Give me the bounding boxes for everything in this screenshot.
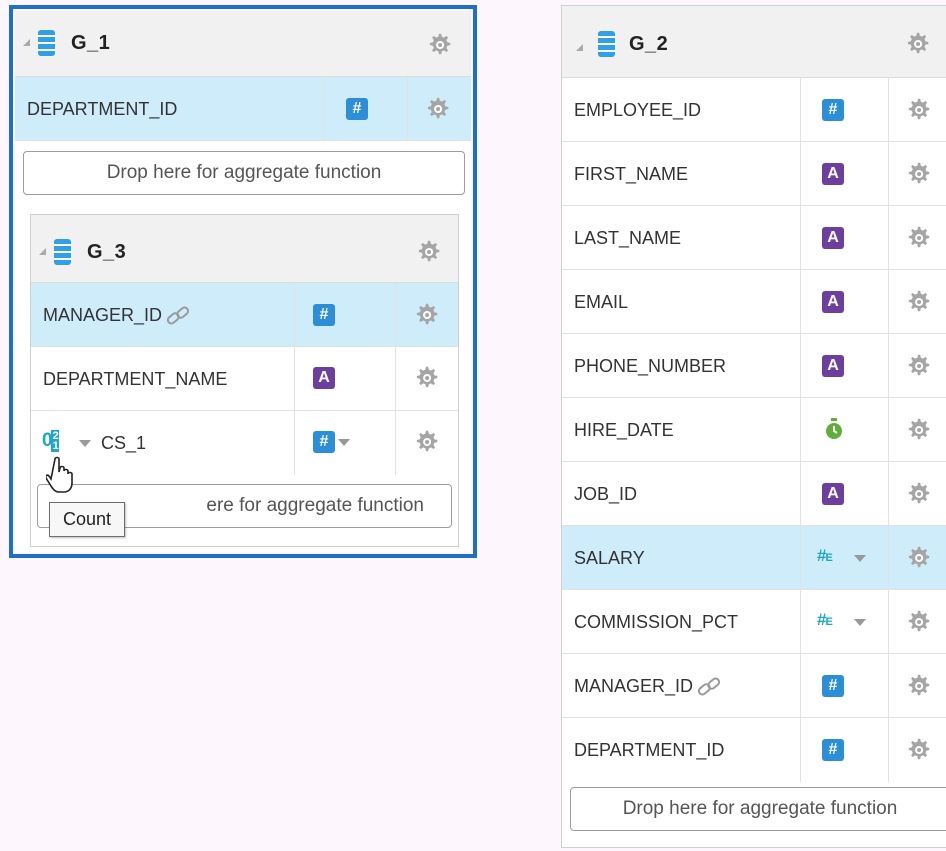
database-icon: [598, 31, 615, 57]
number-type-icon: #: [822, 675, 844, 697]
gear-icon[interactable]: [904, 287, 934, 317]
gear-icon[interactable]: [904, 607, 934, 637]
number-expression-type-icon: #E: [817, 610, 833, 629]
table-row[interactable]: FIRST_NAME A: [562, 142, 946, 206]
tooltip: Count: [49, 502, 126, 537]
gear-icon[interactable]: [423, 94, 453, 124]
gear-icon[interactable]: [412, 427, 442, 457]
count-icon[interactable]: 021: [42, 430, 59, 452]
group-g3-header[interactable]: G_3: [31, 215, 458, 283]
group-g2[interactable]: G_2 EMPLOYEE_ID # FIRST_NAME A LAST_NAME…: [561, 5, 946, 848]
table-row[interactable]: LAST_NAME A: [562, 206, 946, 270]
group-g1-title: G_1: [71, 32, 111, 54]
column-name: HIRE_DATE: [574, 420, 674, 440]
table-row[interactable]: 021 CS_1 #: [31, 411, 458, 475]
text-type-icon: A: [822, 227, 844, 249]
chevron-down-icon[interactable]: [854, 555, 866, 562]
link-icon: [697, 677, 721, 696]
aggregate-drop-zone[interactable]: Drop here for aggregate function: [23, 151, 465, 195]
chevron-down-icon[interactable]: [79, 440, 91, 447]
text-type-icon: A: [822, 483, 844, 505]
table-row[interactable]: DEPARTMENT_NAME A: [31, 347, 458, 411]
gear-icon[interactable]: [425, 30, 455, 60]
table-row[interactable]: PHONE_NUMBER A: [562, 334, 946, 398]
number-expression-type-icon: #E: [817, 546, 833, 565]
gear-icon[interactable]: [904, 671, 934, 701]
group-g2-title: G_2: [629, 33, 669, 55]
text-type-icon: A: [822, 291, 844, 313]
text-type-icon: A: [822, 163, 844, 185]
gear-icon[interactable]: [412, 300, 442, 330]
hand-cursor-icon: [46, 456, 73, 493]
gear-icon[interactable]: [904, 415, 934, 445]
table-row[interactable]: EMAIL A: [562, 270, 946, 334]
number-type-icon: #: [822, 739, 844, 761]
table-row[interactable]: COMMISSION_PCT #E: [562, 590, 946, 654]
table-row[interactable]: MANAGER_ID #: [562, 654, 946, 718]
group-g1[interactable]: G_1 DEPARTMENT_ID # Drop here for aggreg…: [15, 11, 471, 552]
gear-icon[interactable]: [904, 735, 934, 765]
column-name-wrap: MANAGER_ID: [574, 676, 725, 698]
chevron-down-icon[interactable]: [854, 619, 866, 626]
chevron-down-icon[interactable]: [338, 439, 350, 446]
group-g3[interactable]: G_3 MANAGER_ID # DEPARTMENT_NAME A 021 C…: [30, 214, 459, 547]
column-name: EMAIL: [574, 292, 629, 312]
text-type-icon: A: [822, 355, 844, 377]
gear-icon[interactable]: [904, 159, 934, 189]
number-type-icon: #: [313, 304, 335, 326]
column-name-wrap: MANAGER_ID: [43, 305, 194, 327]
table-row[interactable]: HIRE_DATE: [562, 398, 946, 462]
table-row[interactable]: DEPARTMENT_ID #: [15, 77, 471, 141]
gear-icon[interactable]: [903, 29, 933, 59]
column-name: CS_1: [101, 433, 147, 453]
link-icon: [166, 306, 190, 325]
gear-icon[interactable]: [414, 237, 444, 267]
column-name: LAST_NAME: [574, 228, 682, 248]
column-name: FIRST_NAME: [574, 164, 689, 184]
column-name: COMMISSION_PCT: [574, 612, 739, 632]
column-name: JOB_ID: [574, 484, 638, 504]
column-name: DEPARTMENT_ID: [27, 99, 178, 119]
aggregate-drop-zone[interactable]: Drop here for aggregate function: [570, 787, 946, 831]
gear-icon[interactable]: [904, 543, 934, 573]
collapse-icon[interactable]: [39, 248, 46, 255]
database-icon: [38, 30, 55, 56]
group-g1-header[interactable]: G_1: [15, 11, 471, 77]
collapse-icon[interactable]: [23, 39, 30, 46]
number-type-icon: #: [346, 98, 368, 120]
column-name: MANAGER_ID: [43, 305, 163, 325]
number-type-icon: #: [313, 431, 335, 453]
gear-icon[interactable]: [412, 363, 442, 393]
column-name: SALARY: [574, 548, 645, 568]
column-name: MANAGER_ID: [574, 676, 694, 696]
gear-icon[interactable]: [904, 351, 934, 381]
column-name: DEPARTMENT_NAME: [43, 369, 228, 389]
column-name: PHONE_NUMBER: [574, 356, 727, 376]
column-name: DEPARTMENT_ID: [574, 740, 725, 760]
table-row[interactable]: MANAGER_ID #: [31, 283, 458, 347]
text-type-icon: A: [313, 367, 335, 389]
date-type-icon: [826, 418, 842, 439]
gear-icon[interactable]: [904, 223, 934, 253]
column-name: EMPLOYEE_ID: [574, 100, 702, 120]
group-g2-header[interactable]: G_2: [562, 6, 946, 78]
number-type-icon: #: [822, 99, 844, 121]
table-row[interactable]: EMPLOYEE_ID #: [562, 78, 946, 142]
database-icon: [54, 239, 71, 265]
group-g3-title: G_3: [87, 241, 127, 263]
table-row[interactable]: DEPARTMENT_ID #: [562, 718, 946, 782]
collapse-icon[interactable]: [576, 44, 583, 51]
gear-icon[interactable]: [904, 479, 934, 509]
table-row[interactable]: SALARY #E: [562, 526, 946, 590]
table-row[interactable]: JOB_ID A: [562, 462, 946, 526]
gear-icon[interactable]: [904, 95, 934, 125]
